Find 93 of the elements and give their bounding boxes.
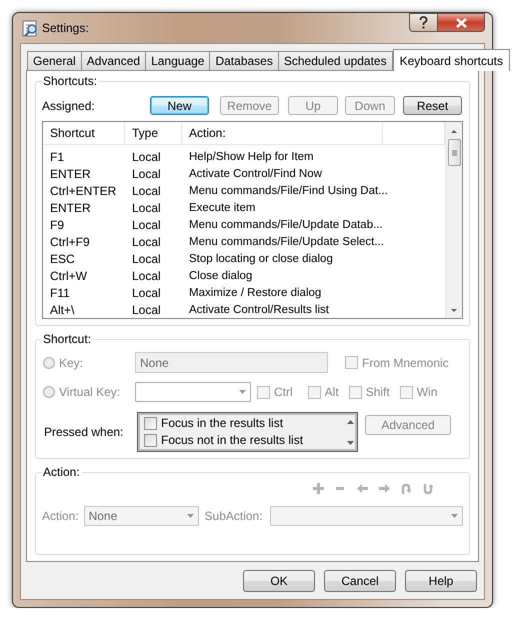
table-cell-text: Activate Control/Find Now: [188, 168, 323, 180]
table-cell-text: Stop locating or close dialog: [188, 252, 334, 264]
table-cell-text: ENTER: [49, 166, 92, 180]
list-row[interactable]: Ctrl+F9 Local Menu commands/File/Update Select...: [43, 233, 445, 250]
table-cell-text: Maximize / Restore dialog: [188, 286, 322, 298]
button[interactable]: Reset: [403, 96, 462, 115]
table-cell-text: Menu commands/File/Update Datab...: [188, 218, 384, 230]
shortcut-list[interactable]: [42, 121, 463, 319]
down-arrow-icon: [346, 441, 354, 445]
table-cell-text: Local: [131, 286, 162, 300]
table-cell-text: ESC: [49, 252, 76, 266]
dropdown-arrow-icon: [239, 390, 246, 394]
list-row[interactable]: ENTER Local Execute item: [43, 199, 445, 216]
table-cell-text: F9: [49, 218, 66, 232]
checkbox-label: Ctrl: [274, 385, 293, 399]
radio-label: Key:: [59, 356, 84, 370]
tab[interactable]: Scheduled updates: [278, 51, 393, 70]
list-row[interactable]: ENTER Local Activate Control/Find Now: [43, 165, 445, 182]
column-header[interactable]: Shortcut: [43, 122, 125, 144]
checkbox-label: Focus not in the results list: [161, 433, 304, 447]
help-button[interactable]: [409, 13, 438, 32]
column-header[interactable]: Type: [125, 122, 182, 144]
dropdown-arrow-icon: [186, 514, 194, 518]
checkbox-label: Alt: [324, 385, 339, 399]
button[interactable]: New: [150, 96, 209, 115]
list-row[interactable]: F11 Local Maximize / Restore dialog: [43, 284, 445, 301]
table-cell-text: Local: [131, 268, 162, 282]
tab[interactable]: General: [27, 51, 82, 70]
button[interactable]: Help: [405, 570, 477, 592]
table-cell-text: Local: [131, 234, 162, 248]
pressed-when-label: Pressed when:: [44, 425, 124, 439]
checkbox-label: Focus in the results list: [161, 416, 284, 430]
table-cell-text: F11: [49, 286, 71, 300]
list-row[interactable]: Ctrl+ENTER Local Menu commands/File/Find Using Dat...: [43, 182, 445, 199]
list-row[interactable]: Alt+\ Local Activate Control/Results list: [43, 301, 445, 318]
close-button[interactable]: [438, 13, 485, 32]
dropdown-value: None: [88, 509, 118, 523]
table-cell-text: Local: [131, 302, 162, 316]
table-cell-text: Ctrl+W: [49, 268, 88, 282]
button[interactable]: Cancel: [324, 570, 396, 592]
list-row[interactable]: ESC Local Stop locating or close dialog: [43, 250, 445, 267]
column-header[interactable]: Action:: [182, 122, 383, 144]
dropdown-arrow-icon: [451, 514, 458, 518]
checkbox-label: Win: [416, 385, 438, 399]
scrollbar[interactable]: [445, 122, 462, 318]
checkbox-label: From Mnemonic: [362, 356, 449, 370]
table-cell-text: Execute item: [188, 202, 256, 214]
tab[interactable]: Advanced: [80, 51, 146, 70]
table-cell-text: Local: [131, 150, 162, 164]
radio-label: Virtual Key:: [59, 385, 122, 399]
table-cell-text: Local: [131, 166, 162, 180]
conditions-list[interactable]: Focus in the results list Focus not in the results list: [137, 412, 358, 452]
list-row[interactable]: F9 Local Menu commands/File/Update Datab...: [43, 216, 445, 233]
up-arrow-icon: [346, 420, 354, 424]
table-cell-text: Menu commands/File/Find Using Dat...: [188, 184, 389, 196]
checkbox-label: Shift: [366, 385, 390, 399]
grip-icon: [452, 150, 456, 156]
table-cell-text: Ctrl+F9: [49, 234, 91, 248]
table-cell-text: ENTER: [49, 200, 92, 214]
list-row[interactable]: F1 Local Help/Show Help for Item: [43, 148, 445, 165]
close-icon: [454, 16, 468, 28]
question-icon: [418, 16, 429, 29]
tab[interactable]: Language: [145, 51, 210, 70]
table-cell-text: Alt+\: [49, 302, 76, 316]
scroll-thumb[interactable]: [448, 139, 460, 166]
table-cell-text: Close dialog: [188, 270, 254, 282]
tab[interactable]: Keyboard shortcuts: [392, 49, 510, 71]
table-cell-text: Local: [131, 184, 162, 198]
checkbox[interactable]: [144, 434, 157, 446]
table-cell-text: Local: [131, 252, 162, 266]
up-arrow-icon: [450, 129, 458, 134]
window-title: Settings:: [42, 21, 90, 35]
subaction-label: SubAction:: [204, 509, 264, 523]
group-title: Action:: [42, 465, 82, 479]
table-cell-text: Local: [131, 200, 162, 214]
tab[interactable]: Databases: [209, 51, 279, 70]
table-cell-text: F1: [49, 150, 66, 164]
assigned-label: Assigned:: [42, 98, 96, 112]
subaction-dropdown[interactable]: [270, 506, 463, 526]
table-cell-text: Activate Control/Results list: [188, 304, 330, 316]
table-cell-text: Help/Show Help for Item: [188, 150, 315, 162]
table-cell-text: Ctrl+ENTER: [49, 184, 118, 198]
down-arrow-icon: [450, 308, 458, 313]
group-title: Shortcut:: [42, 332, 94, 346]
virtual-key-dropdown[interactable]: [135, 382, 251, 402]
app-icon: [22, 20, 38, 36]
list-row[interactable]: Ctrl+W Local Close dialog: [43, 267, 445, 284]
table-cell-text: Local: [131, 218, 162, 232]
checkbox[interactable]: [144, 416, 157, 430]
table-cell-text: Menu commands/File/Update Select...: [188, 236, 385, 248]
action-label: Action:: [42, 509, 80, 523]
button[interactable]: OK: [243, 570, 315, 592]
group-title: Shortcuts:: [42, 74, 100, 88]
